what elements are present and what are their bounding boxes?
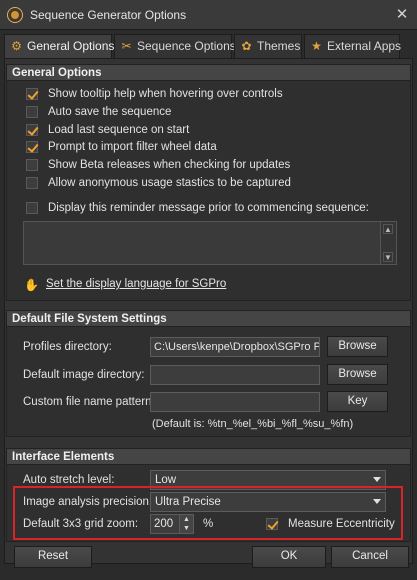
grid-zoom-label: Default 3x3 grid zoom: (23, 518, 139, 530)
checkbox[interactable] (26, 141, 38, 153)
title-bar: Sequence Generator Options ✕ (0, 0, 417, 30)
checkbox-label: Display this reminder message prior to c… (48, 202, 369, 214)
chevron-down-icon (373, 499, 381, 504)
cancel-button[interactable]: Cancel (331, 546, 409, 568)
checkbox[interactable] (266, 518, 278, 530)
ok-button[interactable]: OK (252, 546, 326, 568)
pattern-key-button[interactable]: Key (327, 391, 388, 412)
palette-icon: ✿ (241, 39, 252, 53)
spin-down-arrow-icon[interactable]: ▼ (180, 524, 193, 533)
memo-scrollbar[interactable]: ▲ ▼ (380, 222, 396, 264)
group-header: Interface Elements (7, 449, 410, 465)
close-button[interactable]: ✕ (393, 6, 411, 24)
tab-themes[interactable]: ✿ Themes (234, 34, 302, 58)
file-name-pattern-label: Custom file name pattern: (23, 396, 155, 408)
reminder-message-textarea[interactable]: ▲ ▼ (23, 221, 397, 265)
browse-profiles-button[interactable]: Browse (327, 336, 388, 357)
hand-pointer-icon: ✋ (24, 278, 39, 292)
app-icon (8, 8, 22, 22)
display-language-link-text[interactable]: Set the display language for SGPro (46, 277, 226, 292)
tab-general-options[interactable]: ⚙ General Options (4, 34, 115, 59)
checkbox[interactable] (26, 159, 38, 171)
spin-up-arrow-icon[interactable]: ▲ (180, 515, 193, 524)
image-analysis-precision-label: Image analysis precision: (23, 496, 153, 508)
tab-label: Themes (257, 39, 301, 53)
file-name-pattern-input[interactable] (150, 392, 320, 412)
browse-image-directory-button[interactable]: Browse (327, 364, 388, 385)
tab-label: General Options (27, 39, 115, 53)
profiles-directory-label: Profiles directory: (23, 341, 112, 353)
chevron-down-icon (373, 477, 381, 482)
checkbox[interactable] (26, 124, 38, 136)
select-value: Ultra Precise (155, 496, 221, 508)
checkbox[interactable] (26, 106, 38, 118)
window-title: Sequence Generator Options (30, 8, 187, 22)
checkbox-label: Load last sequence on start (48, 124, 190, 136)
grid-zoom-spinner[interactable]: 200 ▲ ▼ (150, 514, 194, 534)
checkbox[interactable] (26, 88, 38, 100)
spinner-buttons: ▲ ▼ (179, 515, 193, 533)
checkbox-label: Show Beta releases when checking for upd… (48, 159, 291, 171)
default-image-directory-label: Default image directory: (23, 369, 145, 381)
tab-external-apps[interactable]: ★ External Apps (304, 34, 402, 58)
checkbox-label: Allow anonymous usage stastics to be cap… (48, 177, 291, 189)
gear-icon: ⚙ (11, 39, 22, 53)
checkbox-label: Prompt to import filter wheel data (48, 141, 217, 153)
default-image-directory-input[interactable] (150, 365, 320, 385)
tab-label: Sequence Options (137, 39, 236, 53)
star-app-icon: ★ (311, 39, 322, 53)
grid-zoom-value[interactable]: 200 (154, 515, 173, 533)
wand-icon: ✂ (121, 39, 132, 53)
checkbox-label: Measure Eccentricity (288, 518, 395, 530)
checkbox[interactable] (26, 202, 38, 214)
tab-sequence-options[interactable]: ✂ Sequence Options (114, 34, 236, 58)
checkbox[interactable] (26, 177, 38, 189)
checkbox-label: Show tooltip help when hovering over con… (48, 88, 283, 100)
zoom-unit-label: % (203, 518, 214, 530)
scroll-up-arrow-icon[interactable]: ▲ (383, 224, 393, 234)
profiles-directory-input[interactable]: C:\Users\kenpe\Dropbox\SGPro Pro (150, 337, 320, 357)
image-analysis-precision-select[interactable]: Ultra Precise (150, 492, 386, 512)
scroll-down-arrow-icon[interactable]: ▼ (383, 252, 393, 262)
checkbox-label: Auto save the sequence (48, 106, 172, 118)
reset-button[interactable]: Reset (14, 546, 92, 568)
tab-bar: ⚙ General Options ✂ Sequence Options ✿ T… (4, 34, 413, 59)
default-pattern-hint: (Default is: %tn_%el_%bi_%fl_%su_%fn) (152, 418, 354, 430)
group-header: General Options (7, 65, 410, 81)
select-value: Low (155, 474, 177, 486)
group-header: Default File System Settings (7, 311, 410, 327)
tab-label: External Apps (327, 39, 402, 53)
